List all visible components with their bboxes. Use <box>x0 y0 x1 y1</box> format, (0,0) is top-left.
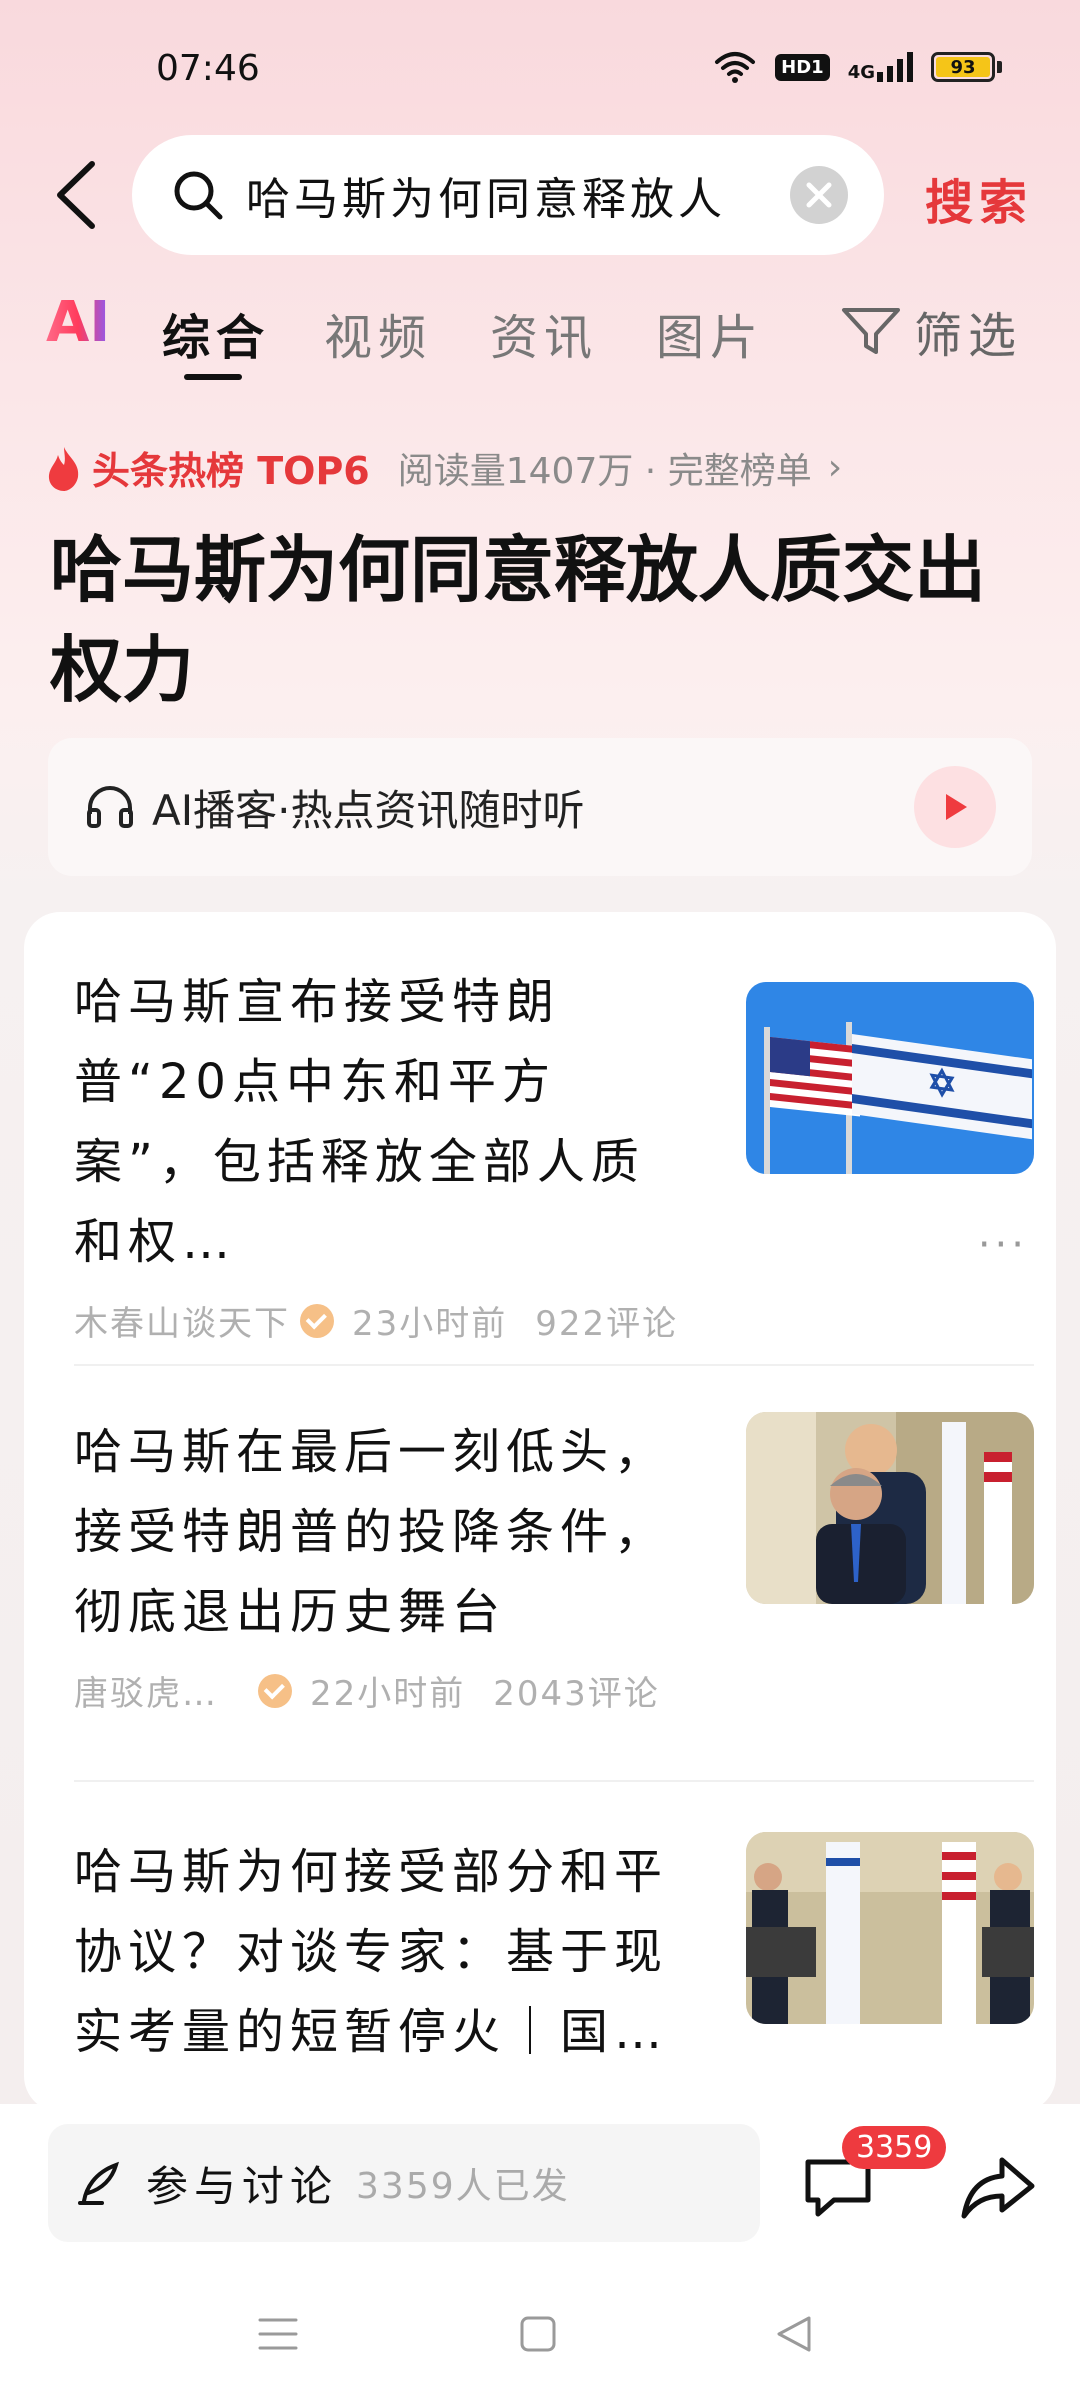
news-thumbnail <box>746 1832 1034 2024</box>
news-source: 唐驳虎… <box>74 1674 218 1714</box>
search-row: 哈马斯为何同意释放人 搜索 <box>0 135 1080 255</box>
divider <box>74 1780 1034 1782</box>
back-button[interactable] <box>40 155 110 235</box>
news-comments: 922评论 <box>535 1304 679 1344</box>
search-button[interactable]: 搜索 <box>925 163 1033 233</box>
news-item[interactable]: 哈马斯宣布接受特朗普“20点中东和平方案”，包括释放全部人质和权… 木春山谈天下… <box>74 962 1034 1345</box>
tab-bar: AI 综合 视频 资讯 图片 筛选 <box>0 290 1080 390</box>
battery-icon: 93 <box>931 52 1002 82</box>
hd-badge: HD1 <box>775 53 830 81</box>
wifi-icon <box>715 52 756 83</box>
tab-images[interactable]: 图片 <box>656 298 764 368</box>
hot-list-meta: 阅读量1407万 · 完整榜单 <box>397 450 812 492</box>
menu-icon <box>258 2318 298 2350</box>
comment-count: 3359人已发 <box>356 2166 570 2207</box>
more-options-button[interactable]: ··· <box>978 1222 1028 1268</box>
search-query: 哈马斯为何同意释放人 <box>246 174 726 225</box>
news-title: 哈马斯在最后一刻低头，接受特朗普的投降条件，彻底退出历史舞台 <box>74 1424 669 1640</box>
divider <box>74 1364 1034 1366</box>
home-button[interactable] <box>508 2304 568 2364</box>
system-nav-bar <box>0 2264 1080 2400</box>
page-headline: 哈马斯为何同意释放人质交出权力 <box>50 528 987 712</box>
signal-icon <box>877 52 913 82</box>
news-time: 22小时前 <box>310 1674 466 1714</box>
tab-general[interactable]: 综合 <box>162 298 270 368</box>
headphones-icon <box>87 785 133 828</box>
nav-back-button[interactable] <box>764 2304 824 2364</box>
network-type: 4G <box>847 62 875 83</box>
play-button[interactable] <box>914 766 996 848</box>
fire-icon <box>48 446 79 491</box>
tab-video[interactable]: 视频 <box>324 298 432 368</box>
news-item[interactable]: 哈马斯在最后一刻低头，接受特朗普的投降条件，彻底退出历史舞台 唐驳虎… 22小时… <box>74 1412 1034 1715</box>
comment-label: 参与讨论 <box>146 2161 339 2211</box>
triangle-back-icon <box>777 2316 811 2352</box>
bottom-action-bar: 参与讨论 3359人已发 3359 <box>0 2104 1080 2264</box>
clear-search-button[interactable] <box>790 166 848 224</box>
news-comments: 2043评论 <box>493 1674 660 1714</box>
news-title: 哈马斯宣布接受特朗普“20点中东和平方案”，包括释放全部人质和权… <box>74 974 645 1270</box>
verified-icon <box>258 1673 292 1708</box>
filter-label: 筛选 <box>914 308 1023 364</box>
news-meta: 木春山谈天下 23小时前 922评论 <box>74 1296 1034 1345</box>
search-icon <box>174 171 223 220</box>
status-icons: HD1 4G 93 <box>713 50 1002 84</box>
hot-list-header[interactable]: 头条热榜 TOP6 阅读量1407万 · 完整榜单 › <box>46 440 842 495</box>
battery-level: 93 <box>936 57 990 78</box>
podcast-label: AI播客·热点资讯随时听 <box>152 785 585 835</box>
comment-input[interactable]: 参与讨论 3359人已发 <box>48 2124 760 2242</box>
news-meta: 唐驳虎… 22小时前 2043评论 <box>74 1666 1034 1715</box>
share-button[interactable] <box>958 2148 1038 2228</box>
filter-button[interactable]: 筛选 <box>840 296 1022 366</box>
news-title: 哈马斯为何接受部分和平协议？对谈专家：基于现实考量的短暂停火｜国… <box>74 1844 669 2060</box>
verified-icon <box>300 1303 334 1338</box>
close-icon <box>806 182 832 208</box>
tab-news[interactable]: 资讯 <box>490 298 598 368</box>
news-thumbnail <box>746 982 1034 1174</box>
comment-count-badge: 3359 <box>842 2126 947 2169</box>
news-time: 23小时前 <box>352 1304 508 1344</box>
signal-indicator: 4G <box>848 52 913 82</box>
ai-tab[interactable]: AI <box>46 290 110 355</box>
news-source: 木春山谈天下 <box>74 1304 290 1344</box>
status-time: 07:46 <box>156 48 260 89</box>
active-tab-indicator <box>184 374 242 380</box>
status-bar: 07:46 HD1 4G 93 <box>0 0 1080 130</box>
filter-icon <box>842 308 900 354</box>
ai-podcast-bar[interactable]: AI播客·热点资讯随时听 <box>48 738 1032 876</box>
news-thumbnail <box>746 1412 1034 1604</box>
news-list: 哈马斯宣布接受特朗普“20点中东和平方案”，包括释放全部人质和权… 木春山谈天下… <box>24 912 1056 2112</box>
menu-button[interactable] <box>248 2304 308 2364</box>
pen-icon <box>78 2161 120 2205</box>
chevron-right-icon: › <box>827 447 843 488</box>
home-square-icon <box>520 2316 556 2352</box>
play-icon <box>946 794 967 820</box>
search-input[interactable]: 哈马斯为何同意释放人 <box>132 135 884 255</box>
share-arrow-icon <box>961 2157 1035 2219</box>
news-item[interactable]: 哈马斯为何接受部分和平协议？对谈专家：基于现实考量的短暂停火｜国… <box>74 1832 1034 2072</box>
hot-list-title: 头条热榜 TOP6 <box>92 449 370 493</box>
back-arrow-icon <box>57 161 95 229</box>
